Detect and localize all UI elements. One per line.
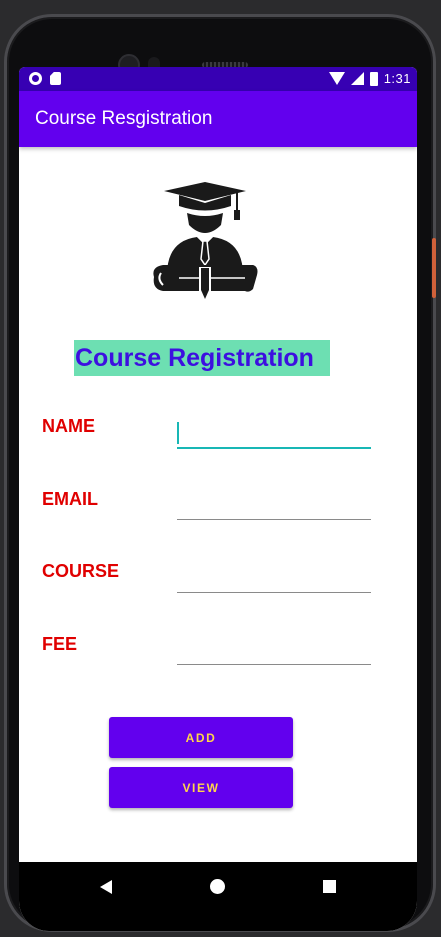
wifi-icon xyxy=(328,72,345,85)
signal-icon xyxy=(350,72,364,85)
name-label: NAME xyxy=(42,416,95,436)
battery-icon xyxy=(369,71,378,86)
app-bar: Course Resgistration xyxy=(19,91,417,147)
name-input[interactable] xyxy=(177,415,371,449)
power-button[interactable] xyxy=(432,238,436,298)
add-button[interactable]: ADD xyxy=(109,717,293,758)
status-time: 1:31 xyxy=(383,71,411,86)
back-icon[interactable] xyxy=(100,880,112,894)
status-bar: 1:31 xyxy=(19,67,417,91)
sync-circle-icon xyxy=(29,72,42,85)
course-label: COURSE xyxy=(42,561,120,581)
app-title: Course Resgistration xyxy=(35,108,213,129)
text-cursor xyxy=(177,422,179,444)
status-bar-right: 1:31 xyxy=(328,71,411,86)
view-button[interactable]: VIEW xyxy=(109,767,293,808)
app-screen: 1:31 Course Resgistration Course Registr… xyxy=(19,67,417,931)
fee-label: FEE xyxy=(42,634,78,654)
sim-card-icon xyxy=(50,72,61,85)
course-input[interactable] xyxy=(177,559,371,593)
email-label: EMAIL xyxy=(42,489,98,509)
form-title: Course Registration xyxy=(74,340,330,376)
recent-apps-icon[interactable] xyxy=(323,880,336,893)
status-bar-left xyxy=(29,72,61,85)
navigation-bar xyxy=(19,862,417,931)
fee-input[interactable] xyxy=(177,631,371,665)
home-icon[interactable] xyxy=(210,879,225,894)
graduate-with-diploma-icon xyxy=(153,182,258,299)
email-input[interactable] xyxy=(177,486,371,520)
